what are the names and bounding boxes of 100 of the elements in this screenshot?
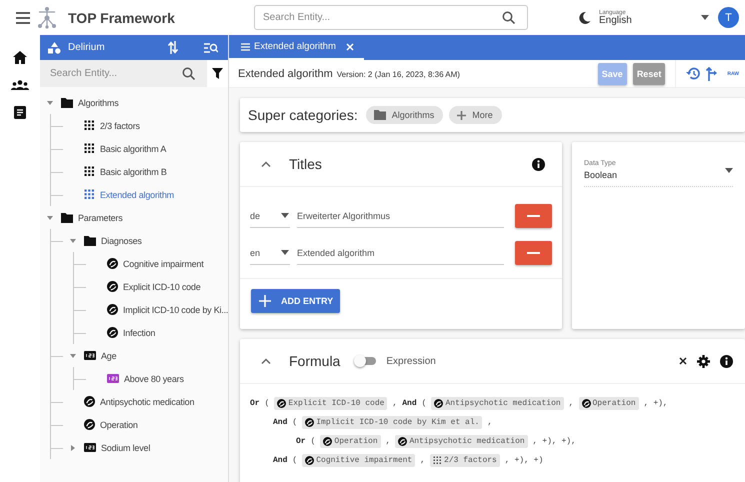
settings-icon[interactable] bbox=[697, 354, 710, 368]
search-box[interactable]: Search Entity... bbox=[40, 60, 207, 87]
tree-item[interactable]: 2/3 factors bbox=[51, 114, 228, 137]
number-tag-icon bbox=[107, 374, 119, 383]
plus-icon bbox=[259, 295, 271, 307]
moon-icon[interactable] bbox=[578, 11, 591, 24]
filter-icon[interactable] bbox=[212, 68, 223, 79]
list-search-icon[interactable] bbox=[204, 42, 218, 52]
caret-icon[interactable] bbox=[47, 100, 53, 106]
formula-symbol: , bbox=[386, 436, 390, 446]
formula-symbol: , bbox=[568, 398, 574, 408]
tree-item[interactable]: Basic algorithm A bbox=[51, 137, 228, 160]
swirl-circle-icon bbox=[305, 456, 314, 464]
version-text: Version: 2 (Jan 16, 2023, 8:36 AM) bbox=[336, 70, 460, 78]
folder-icon bbox=[374, 110, 386, 120]
swirl-circle-icon bbox=[305, 418, 314, 426]
formula-operator: And bbox=[273, 456, 288, 464]
caret-icon bbox=[701, 15, 709, 20]
app-title: TOP Framework bbox=[68, 10, 175, 26]
swirl-circle-icon bbox=[107, 304, 118, 315]
formula-reference[interactable]: Cognitive impairment bbox=[302, 454, 416, 466]
tree-item[interactable]: Antipsychotic medication bbox=[51, 390, 228, 413]
add-entry-button[interactable]: ADD ENTRY bbox=[251, 289, 340, 313]
caret-icon[interactable] bbox=[47, 214, 53, 220]
swirl-circle-icon bbox=[323, 436, 332, 446]
history-icon[interactable] bbox=[686, 67, 700, 80]
people-icon[interactable] bbox=[11, 80, 29, 90]
chevron-up-icon[interactable] bbox=[261, 161, 271, 167]
toggle-label: Expression bbox=[386, 356, 436, 366]
tree-item[interactable]: Implicit ICD-10 code by Ki... bbox=[74, 298, 228, 321]
formula-symbol: , bbox=[392, 398, 398, 408]
tree-item[interactable]: Diagnoses bbox=[51, 229, 228, 252]
avatar[interactable]: T bbox=[718, 7, 739, 28]
expression-toggle[interactable] bbox=[356, 357, 376, 365]
tree-item[interactable]: Parameters bbox=[40, 206, 228, 229]
tree-item[interactable]: Algorithms bbox=[40, 91, 228, 114]
search-field[interactable]: Search Entity... bbox=[263, 6, 502, 29]
formula-symbol: ( bbox=[310, 436, 316, 446]
search-icon[interactable] bbox=[182, 67, 195, 80]
super-categories-label: Super categories: bbox=[248, 107, 358, 123]
formula-reference[interactable]: Explicit ICD-10 code bbox=[274, 396, 388, 410]
caret-icon[interactable] bbox=[70, 444, 76, 450]
grid-dots-icon bbox=[84, 189, 95, 200]
swirl-circle-icon bbox=[84, 419, 95, 430]
menu-icon[interactable] bbox=[16, 12, 30, 24]
remove-button[interactable] bbox=[515, 241, 552, 265]
language-dropdown[interactable]: de bbox=[250, 204, 290, 228]
swirl-circle-icon bbox=[107, 281, 118, 292]
tree-item[interactable]: Above 80 years bbox=[74, 367, 228, 390]
info-icon[interactable] bbox=[532, 158, 545, 170]
formula-reference[interactable]: Operation bbox=[578, 396, 639, 410]
home-icon[interactable] bbox=[13, 51, 27, 64]
project-title: Delirium bbox=[68, 42, 105, 53]
caret-icon bbox=[725, 168, 733, 172]
title-field[interactable]: Extended algorithm bbox=[297, 241, 504, 265]
search-field[interactable]: Search Entity... bbox=[50, 60, 182, 87]
formula-reference[interactable]: Implicit ICD-10 code by Kim et al. bbox=[302, 416, 482, 428]
caret-icon[interactable] bbox=[70, 352, 76, 358]
grid-dots-icon bbox=[84, 120, 95, 131]
caret-icon[interactable] bbox=[70, 238, 76, 244]
formula-operator: Or bbox=[250, 398, 260, 408]
tree-item[interactable]: Sodium level bbox=[51, 436, 228, 459]
plus-icon bbox=[457, 110, 466, 120]
tree-item[interactable]: Operation bbox=[51, 413, 228, 436]
caret-icon bbox=[281, 250, 289, 255]
swirl-circle-icon bbox=[398, 436, 408, 446]
search-box[interactable]: Search Entity... bbox=[254, 5, 528, 30]
folder-icon bbox=[61, 98, 73, 108]
folder-icon bbox=[61, 212, 73, 222]
sort-icon[interactable] bbox=[168, 41, 178, 54]
swirl-circle-icon bbox=[84, 396, 95, 407]
more-chip[interactable]: More bbox=[449, 106, 502, 124]
remove-button[interactable] bbox=[515, 204, 552, 228]
tree-item[interactable]: Age bbox=[51, 344, 228, 367]
search-icon[interactable] bbox=[502, 11, 515, 24]
swirl-circle-icon bbox=[107, 258, 118, 269]
number-tag-icon bbox=[84, 351, 96, 360]
close-icon[interactable] bbox=[679, 357, 687, 365]
formula-symbol: ( bbox=[292, 456, 298, 464]
note-icon[interactable] bbox=[14, 106, 26, 119]
branch-icon[interactable] bbox=[706, 66, 718, 80]
formula-reference[interactable]: Antipsychotic medication bbox=[395, 434, 528, 448]
language-dropdown[interactable]: en bbox=[250, 241, 290, 265]
title-field[interactable]: Erweiterter Algorithmus bbox=[297, 204, 504, 228]
swirl-circle-icon bbox=[582, 398, 590, 408]
formula-reference[interactable]: 2/3 factors bbox=[430, 454, 500, 466]
grid-dots-icon bbox=[433, 456, 442, 464]
minus-icon bbox=[527, 252, 540, 254]
chevron-up-icon[interactable] bbox=[261, 358, 271, 364]
formula-reference[interactable]: Operation bbox=[320, 434, 381, 448]
category-chip[interactable]: Algorithms bbox=[366, 106, 444, 124]
formula-reference[interactable]: Antipsychotic medication bbox=[431, 396, 564, 410]
section-title: Formula bbox=[289, 353, 340, 369]
info-icon[interactable] bbox=[720, 354, 733, 368]
tree-item[interactable]: Explicit ICD-10 code bbox=[74, 275, 228, 298]
formula-operator: And bbox=[273, 418, 288, 426]
tree-item[interactable]: Basic algorithm B bbox=[51, 160, 228, 183]
tree-item[interactable]: Cognitive impairment bbox=[74, 252, 228, 275]
tree-item[interactable]: Extended algorithm bbox=[51, 183, 228, 206]
tree-item[interactable]: Infection bbox=[74, 321, 228, 344]
